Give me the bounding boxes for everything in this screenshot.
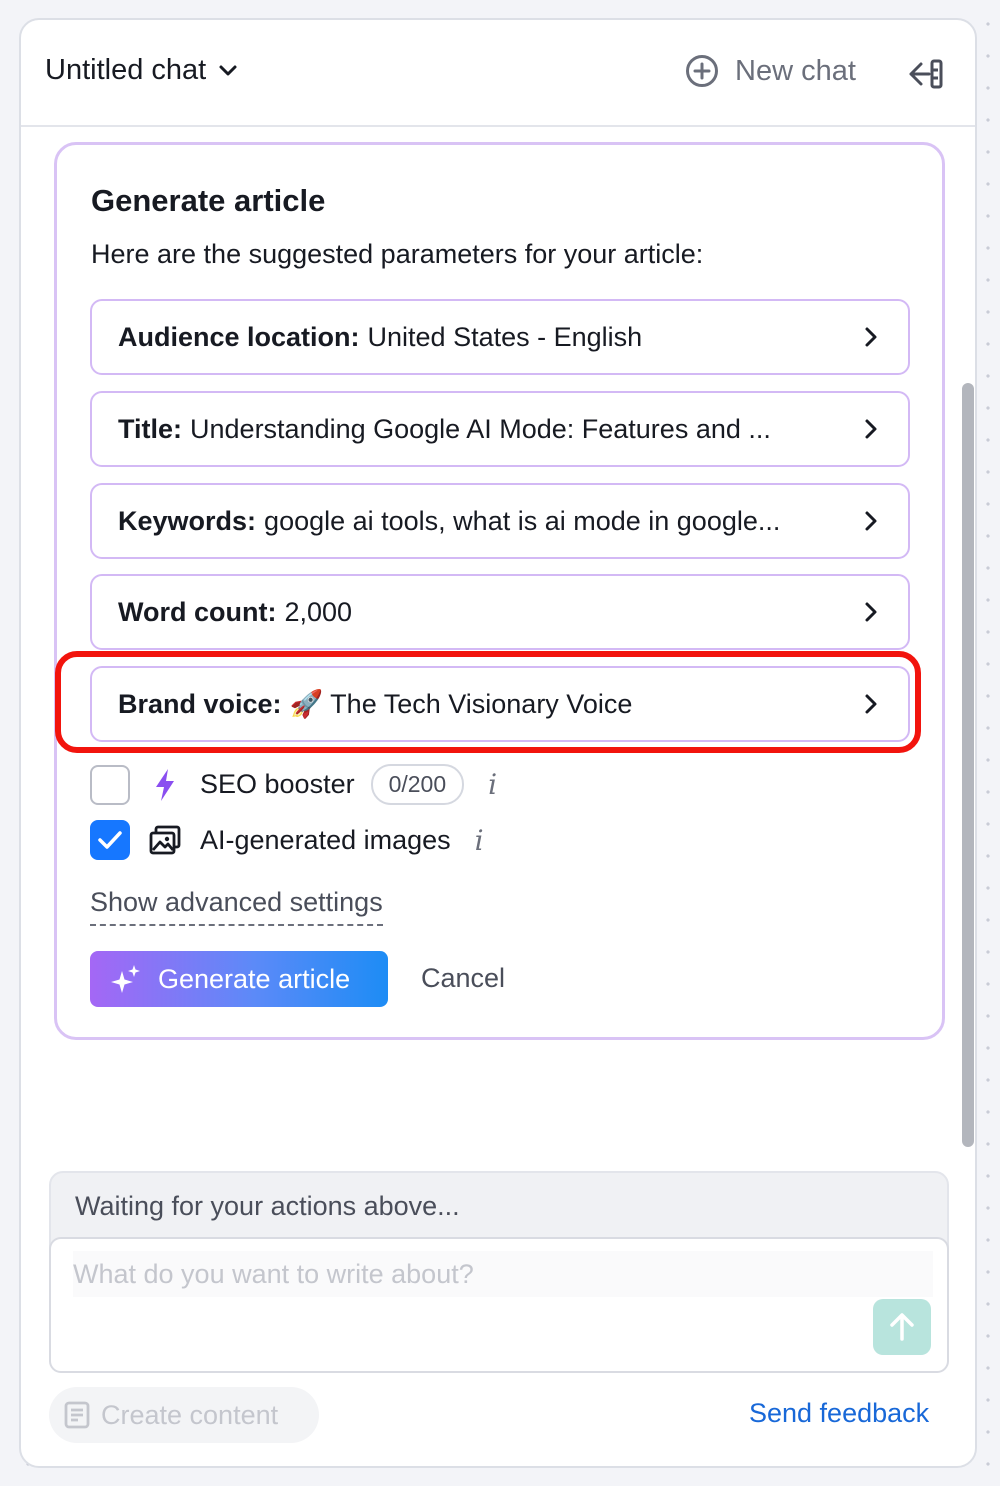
chevron-right-icon xyxy=(865,419,877,439)
param-word-count[interactable]: Word count: 2,000 xyxy=(90,574,910,650)
composer: Waiting for your actions above... xyxy=(49,1171,949,1373)
param-keywords[interactable]: Keywords: google ai tools, what is ai mo… xyxy=(90,483,910,559)
message-input-box xyxy=(49,1237,949,1373)
new-chat-button[interactable]: New chat xyxy=(685,54,856,88)
param-title[interactable]: Title: Understanding Google AI Mode: Fea… xyxy=(90,391,910,467)
param-audience-location[interactable]: Audience location: United States - Engli… xyxy=(90,299,910,375)
param-key: Title: xyxy=(118,413,183,444)
ai-images-row: AI-generated images i xyxy=(90,820,484,860)
new-chat-label: New chat xyxy=(735,54,856,87)
chat-header: Untitled chat New chat xyxy=(21,20,975,127)
chat-panel: Untitled chat New chat Generate article … xyxy=(19,18,977,1468)
seo-booster-counter: 0/200 xyxy=(370,764,465,805)
arrow-up-icon xyxy=(890,1313,914,1341)
send-feedback-link[interactable]: Send feedback xyxy=(749,1398,929,1429)
check-icon xyxy=(98,831,122,849)
show-advanced-settings-link[interactable]: Show advanced settings xyxy=(90,887,383,926)
image-icon xyxy=(148,823,182,857)
info-icon[interactable]: i xyxy=(475,824,484,857)
cancel-button[interactable]: Cancel xyxy=(421,963,505,994)
chat-title-dropdown[interactable]: Untitled chat xyxy=(45,54,240,87)
plus-circle-icon xyxy=(686,55,718,87)
param-key: Audience location: xyxy=(118,321,360,352)
seo-booster-label: SEO booster xyxy=(200,769,355,799)
param-key: Keywords: xyxy=(118,505,257,536)
seo-booster-checkbox[interactable] xyxy=(90,764,130,805)
param-brand-voice[interactable]: Brand voice: 🚀 The Tech Visionary Voice xyxy=(90,666,910,742)
waiting-status: Waiting for your actions above... xyxy=(75,1191,460,1221)
param-value: google ai tools, what is ai mode in goog… xyxy=(264,505,781,536)
chat-title: Untitled chat xyxy=(45,54,207,86)
ai-images-label: AI-generated images xyxy=(200,824,451,855)
collapse-panel-icon[interactable] xyxy=(905,58,945,90)
chevron-right-icon xyxy=(865,511,877,531)
param-key: Word count: xyxy=(118,596,277,627)
message-input[interactable] xyxy=(73,1251,933,1297)
chevron-right-icon xyxy=(865,327,877,347)
create-content-button[interactable]: Create content xyxy=(49,1387,319,1443)
document-icon xyxy=(64,1401,90,1429)
param-value: 2,000 xyxy=(284,596,353,627)
create-content-label: Create content xyxy=(101,1399,279,1430)
scrollbar-thumb[interactable] xyxy=(962,383,974,1147)
param-key: Brand voice: xyxy=(118,688,282,719)
generate-article-button[interactable]: Generate article xyxy=(90,951,388,1007)
chevron-right-icon xyxy=(865,602,877,622)
card-subtitle: Here are the suggested parameters for yo… xyxy=(91,239,704,269)
chevron-right-icon xyxy=(865,694,877,714)
card-title: Generate article xyxy=(91,183,326,218)
ai-images-checkbox[interactable] xyxy=(90,820,130,860)
info-icon[interactable]: i xyxy=(488,768,497,801)
param-value: Understanding Google AI Mode: Features a… xyxy=(190,413,771,444)
chevron-down-icon xyxy=(219,65,237,75)
send-button[interactable] xyxy=(873,1299,931,1355)
seo-booster-row: SEO booster 0/200 i xyxy=(90,764,497,805)
lightning-icon xyxy=(148,768,182,802)
param-value: 🚀 The Tech Visionary Voice xyxy=(289,689,633,719)
generate-article-label: Generate article xyxy=(158,963,351,994)
sparkle-icon xyxy=(111,965,140,993)
param-value: United States - English xyxy=(367,321,643,352)
generate-article-card: Generate article Here are the suggested … xyxy=(54,142,945,1040)
